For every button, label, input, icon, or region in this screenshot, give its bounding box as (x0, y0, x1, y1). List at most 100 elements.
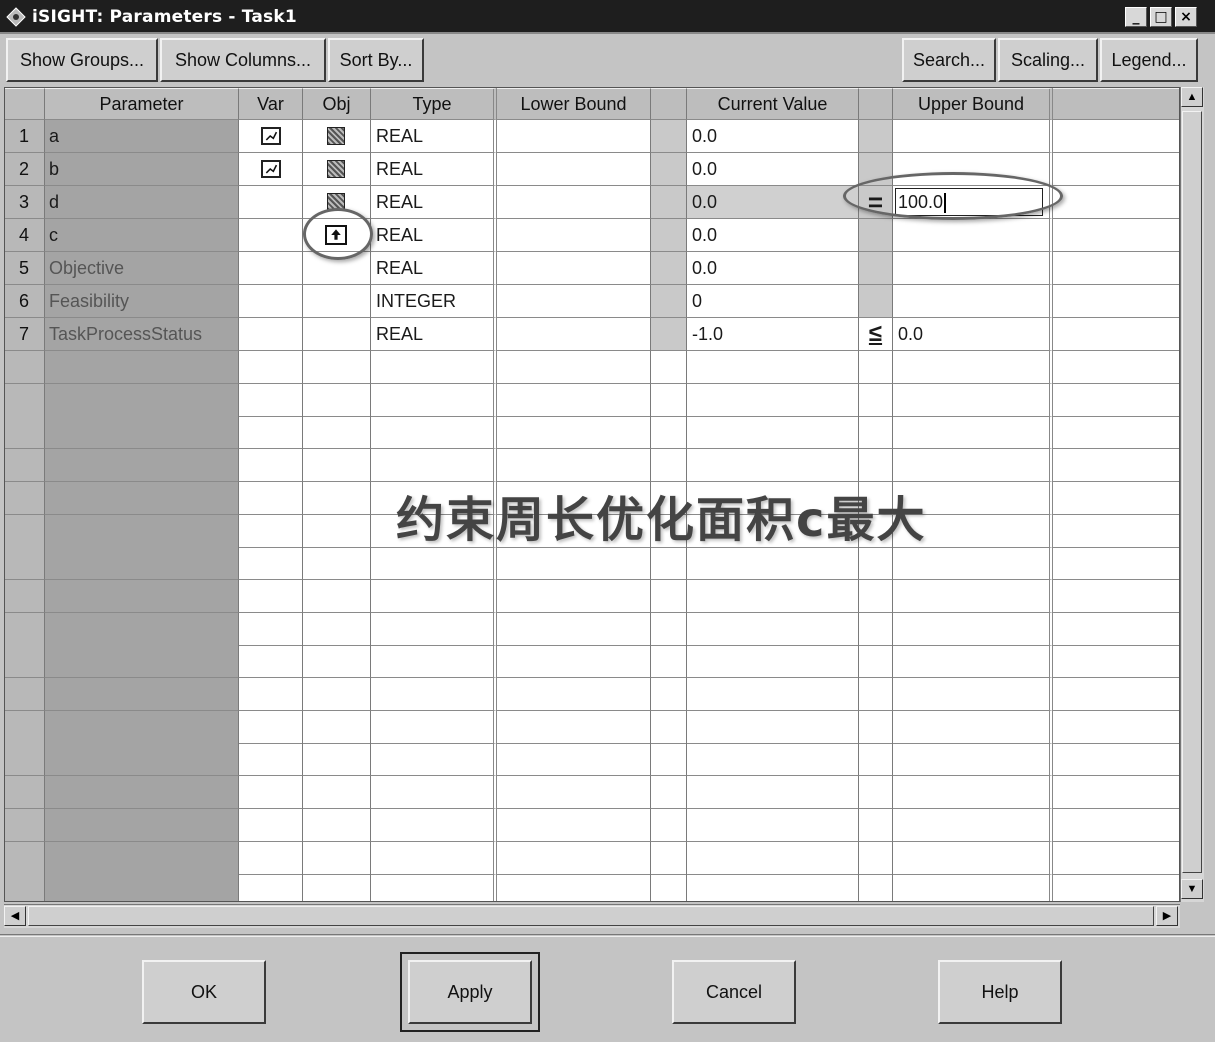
obj-cell[interactable] (303, 514, 371, 548)
obj-cell[interactable] (303, 808, 371, 842)
var-cell[interactable] (239, 318, 303, 351)
lower-op-cell[interactable] (651, 219, 687, 252)
upper-bound-cell[interactable] (893, 383, 1053, 417)
upper-op-cell[interactable] (859, 645, 893, 679)
parameter-name-cell[interactable] (45, 645, 239, 679)
parameter-name-cell[interactable] (45, 449, 239, 483)
show-columns-button[interactable]: Show Columns... (160, 38, 326, 82)
vertical-scroll-thumb[interactable] (1182, 111, 1202, 873)
lower-bound-cell[interactable] (497, 120, 651, 153)
upper-bound-cell[interactable] (893, 120, 1053, 153)
obj-cell[interactable] (303, 318, 371, 351)
current-value-cell[interactable] (687, 776, 859, 810)
current-value-cell[interactable]: 0.0 (687, 186, 859, 219)
upper-op-cell[interactable] (859, 612, 893, 646)
upper-bound-cell[interactable] (893, 579, 1053, 613)
type-cell[interactable] (371, 612, 497, 646)
lower-op-cell[interactable] (651, 252, 687, 285)
var-cell[interactable] (239, 645, 303, 679)
horizontal-scroll-thumb[interactable] (28, 906, 1154, 926)
upper-bound-cell[interactable] (893, 252, 1053, 285)
type-cell[interactable]: REAL (371, 120, 497, 153)
upper-op-cell[interactable] (859, 710, 893, 744)
current-value-cell[interactable] (687, 678, 859, 711)
upper-bound-cell[interactable] (893, 416, 1053, 450)
upper-bound-cell[interactable] (893, 612, 1053, 646)
var-cell[interactable] (239, 612, 303, 646)
lower-bound-cell[interactable] (497, 449, 651, 483)
current-value-cell[interactable] (687, 449, 859, 483)
current-value-cell[interactable]: 0 (687, 285, 859, 318)
scroll-up-arrow-icon[interactable]: ▲ (1181, 87, 1203, 107)
lower-op-cell[interactable] (651, 120, 687, 153)
upper-bound-cell[interactable] (893, 351, 1053, 384)
upper-bound-cell[interactable] (893, 285, 1053, 318)
current-value-cell[interactable]: -1.0 (687, 318, 859, 351)
scroll-down-arrow-icon[interactable]: ▼ (1181, 879, 1203, 899)
current-value-cell[interactable] (687, 416, 859, 450)
var-cell[interactable] (239, 153, 303, 186)
type-cell[interactable] (371, 645, 497, 679)
lower-op-cell[interactable] (651, 645, 687, 679)
obj-cell[interactable] (303, 678, 371, 711)
obj-cell[interactable] (303, 776, 371, 810)
column-header-lower-bound[interactable]: Lower Bound (497, 88, 651, 120)
var-cell[interactable] (239, 678, 303, 711)
column-header-var[interactable]: Var (239, 88, 303, 120)
upper-op-cell[interactable] (859, 252, 893, 285)
type-cell[interactable] (371, 351, 497, 384)
type-cell[interactable]: INTEGER (371, 285, 497, 318)
lower-op-cell[interactable] (651, 579, 687, 613)
type-cell[interactable] (371, 776, 497, 810)
checkered-constraint-icon[interactable] (327, 127, 345, 145)
upper-bound-cell[interactable] (893, 808, 1053, 842)
lower-bound-cell[interactable] (497, 645, 651, 679)
checkered-constraint-icon[interactable] (327, 160, 345, 178)
minimize-button[interactable]: _ (1125, 7, 1147, 27)
parameter-name-cell[interactable] (45, 612, 239, 646)
type-cell[interactable] (371, 678, 497, 711)
parameter-name-cell[interactable] (45, 710, 239, 744)
type-cell[interactable] (371, 874, 497, 901)
type-cell[interactable] (371, 547, 497, 581)
less-equal-operator-icon[interactable]: ≤ (859, 318, 893, 351)
lower-bound-cell[interactable] (497, 579, 651, 613)
var-cell[interactable] (239, 252, 303, 285)
type-cell[interactable] (371, 383, 497, 417)
upper-op-cell[interactable] (859, 351, 893, 384)
parameter-name-cell[interactable] (45, 776, 239, 810)
parameter-name-cell[interactable]: a (45, 120, 239, 153)
parameter-name-cell[interactable] (45, 808, 239, 842)
obj-cell[interactable] (303, 645, 371, 679)
parameter-name-cell[interactable]: Feasibility (45, 285, 239, 318)
upper-op-cell[interactable] (859, 808, 893, 842)
obj-cell[interactable] (303, 481, 371, 515)
lower-op-cell[interactable] (651, 808, 687, 842)
current-value-cell[interactable] (687, 710, 859, 744)
current-value-cell[interactable] (687, 547, 859, 581)
obj-cell[interactable] (303, 416, 371, 450)
var-cell[interactable] (239, 416, 303, 450)
scroll-left-arrow-icon[interactable]: ◀ (4, 906, 26, 926)
lower-bound-cell[interactable] (497, 678, 651, 711)
maximize-button[interactable]: □ (1150, 7, 1172, 27)
column-header-type[interactable]: Type (371, 88, 497, 120)
vertical-scrollbar[interactable]: ▲ ▼ (1180, 87, 1204, 902)
current-value-cell[interactable] (687, 645, 859, 679)
lower-op-cell[interactable] (651, 449, 687, 483)
lower-bound-cell[interactable] (497, 285, 651, 318)
lower-bound-cell[interactable] (497, 743, 651, 777)
design-variable-checkbox-icon[interactable] (261, 160, 281, 178)
var-cell[interactable] (239, 120, 303, 153)
obj-cell[interactable] (303, 351, 371, 384)
current-value-cell[interactable] (687, 612, 859, 646)
upper-op-cell[interactable] (859, 383, 893, 417)
upper-op-cell[interactable] (859, 579, 893, 613)
lower-bound-cell[interactable] (497, 383, 651, 417)
var-cell[interactable] (239, 579, 303, 613)
obj-cell[interactable] (303, 285, 371, 318)
var-cell[interactable] (239, 219, 303, 252)
column-header-parameter[interactable]: Parameter (45, 88, 239, 120)
lower-op-cell[interactable] (651, 383, 687, 417)
var-cell[interactable] (239, 481, 303, 515)
